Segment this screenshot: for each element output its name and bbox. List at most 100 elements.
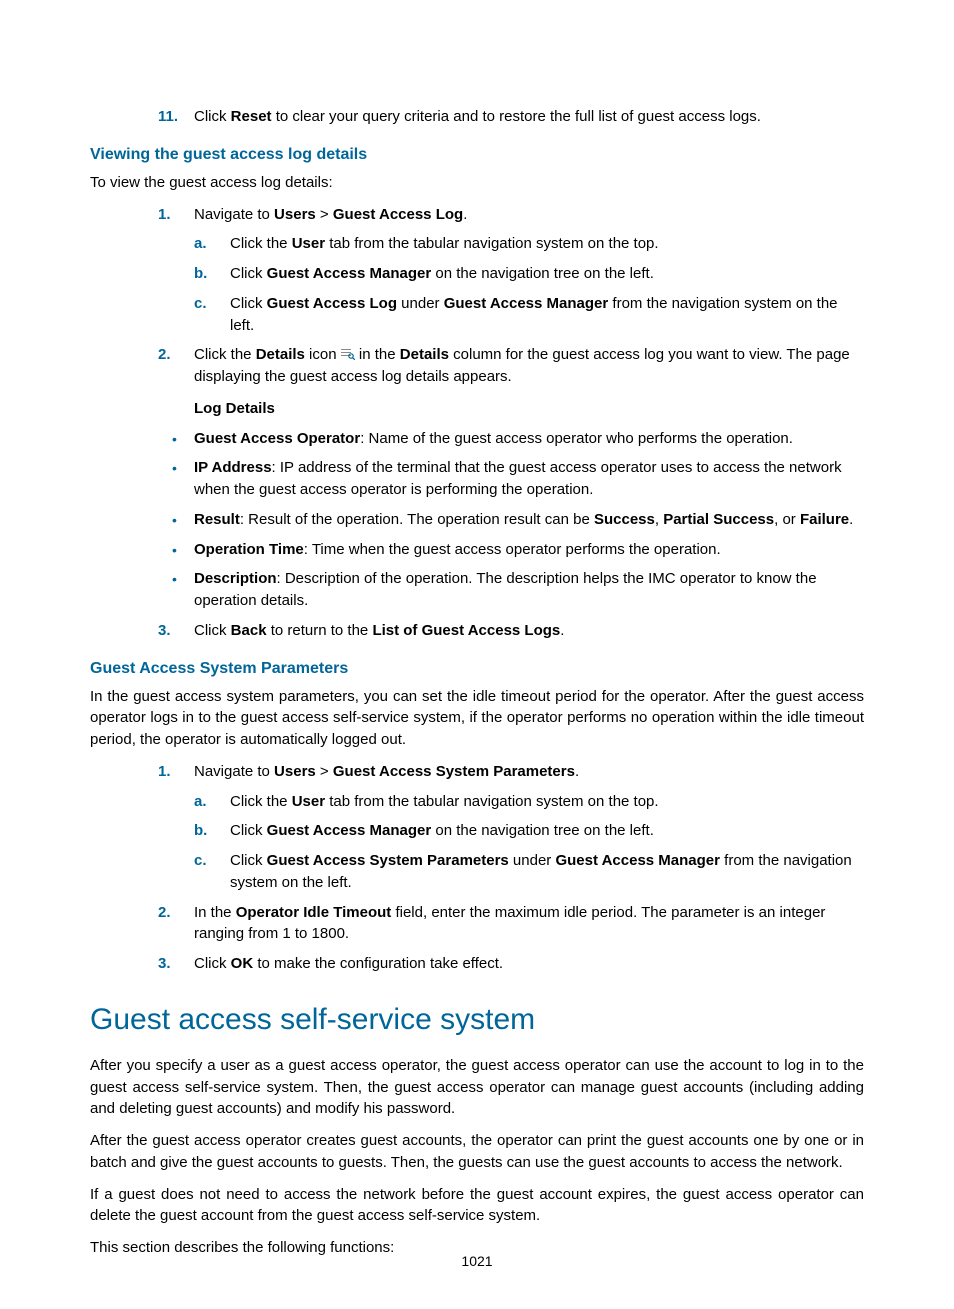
self-service-p1: After you specify a user as a guest acce… [90, 1055, 864, 1120]
bold: List of Guest Access Logs [372, 622, 560, 639]
text: Click [230, 265, 267, 282]
text: , or [774, 511, 800, 528]
text: tab from the tabular navigation system o… [325, 793, 659, 810]
substep-a: a. Click the User tab from the tabular n… [194, 233, 864, 255]
bold: Guest Access Operator [194, 430, 360, 447]
bold: OK [231, 955, 254, 972]
bold: Details [400, 346, 449, 363]
self-service-p3: If a guest does not need to access the n… [90, 1184, 864, 1228]
substep-mark: c. [194, 850, 207, 872]
bold: Success [594, 511, 655, 528]
bold: Users [274, 763, 316, 780]
text: Click [230, 852, 267, 869]
text: Click [194, 622, 231, 639]
bold: Partial Success [663, 511, 774, 528]
substep-mark: c. [194, 293, 207, 315]
step-2: 2. Click the Details icon in the Details… [158, 344, 864, 419]
bold: User [292, 235, 325, 252]
step-number: 3. [158, 953, 171, 975]
text: > [316, 763, 333, 780]
bold: User [292, 793, 325, 810]
log-details-bullets: Guest Access Operator: Name of the guest… [158, 428, 864, 612]
bold: Guest Access Manager [444, 295, 609, 312]
bold: Back [231, 622, 267, 639]
text: icon [305, 346, 341, 363]
text: : Time when the guest access operator pe… [304, 541, 721, 558]
step-3: 3. Click OK to make the configuration ta… [158, 953, 864, 975]
text: : IP address of the terminal that the gu… [194, 459, 842, 498]
text: Navigate to [194, 763, 274, 780]
step-number: 1. [158, 761, 171, 783]
substep-a: a. Click the User tab from the tabular n… [194, 791, 864, 813]
substeps: a. Click the User tab from the tabular n… [194, 791, 864, 894]
heading-guest-access-self-service-system: Guest access self-service system [90, 1003, 864, 1037]
log-details-heading: Log Details [194, 398, 864, 420]
text: Click the [230, 793, 292, 810]
step-11: 11. Click Reset to clear your query crit… [158, 106, 864, 128]
intro-text: To view the guest access log details: [90, 172, 864, 194]
list-step11: 11. Click Reset to clear your query crit… [158, 106, 864, 128]
details-icon [341, 345, 355, 357]
params-intro: In the guest access system parameters, y… [90, 686, 864, 751]
text: . [560, 622, 564, 639]
text: : Description of the operation. The desc… [194, 570, 817, 609]
page: 11. Click Reset to clear your query crit… [0, 0, 954, 1309]
text: in the [355, 346, 400, 363]
text: . [575, 763, 579, 780]
text: on the navigation tree on the left. [431, 265, 654, 282]
text: under [509, 852, 556, 869]
text: on the navigation tree on the left. [431, 822, 654, 839]
bold: Guest Access Manager [267, 822, 432, 839]
heading-guest-access-system-parameters: Guest Access System Parameters [90, 660, 864, 678]
bold: Guest Access System Parameters [267, 852, 509, 869]
substep-mark: a. [194, 233, 207, 255]
bullet-operator: Guest Access Operator: Name of the guest… [158, 428, 864, 450]
text: : Result of the operation. The operation… [240, 511, 594, 528]
step-number: 2. [158, 344, 171, 366]
bold: IP Address [194, 459, 272, 476]
step-1: 1. Navigate to Users > Guest Access Log.… [158, 204, 864, 337]
bold: Failure [800, 511, 849, 528]
bold: Guest Access System Parameters [333, 763, 575, 780]
text: Navigate to [194, 206, 274, 223]
text: Click the [194, 346, 256, 363]
text: tab from the tabular navigation system o… [325, 235, 659, 252]
step-2: 2. In the Operator Idle Timeout field, e… [158, 902, 864, 946]
bullet-ip: IP Address: IP address of the terminal t… [158, 457, 864, 501]
page-number: 1021 [0, 1253, 954, 1269]
step-number: 2. [158, 902, 171, 924]
substep-mark: a. [194, 791, 207, 813]
text: Click [230, 822, 267, 839]
bullet-result: Result: Result of the operation. The ope… [158, 509, 864, 531]
text: Click [194, 955, 231, 972]
substep-b: b. Click Guest Access Manager on the nav… [194, 263, 864, 285]
bold: Operation Time [194, 541, 304, 558]
text: Click the [230, 235, 292, 252]
bold: Reset [231, 108, 272, 125]
text: Click [194, 108, 231, 125]
step-number: 11. [158, 106, 178, 128]
text: In the [194, 904, 236, 921]
substep-c: c. Click Guest Access System Parameters … [194, 850, 864, 894]
substep-b: b. Click Guest Access Manager on the nav… [194, 820, 864, 842]
bold: Description [194, 570, 277, 587]
bold: Details [256, 346, 305, 363]
text: under [397, 295, 444, 312]
substep-mark: b. [194, 820, 207, 842]
bullet-operation-time: Operation Time: Time when the guest acce… [158, 539, 864, 561]
view-step3: 3. Click Back to return to the List of G… [158, 620, 864, 642]
step-number: 3. [158, 620, 171, 642]
bold: Guest Access Manager [267, 265, 432, 282]
text: . [849, 511, 853, 528]
bold: Users [274, 206, 316, 223]
heading-viewing-guest-access-log-details: Viewing the guest access log details [90, 146, 864, 164]
bold: Guest Access Log [267, 295, 397, 312]
text: > [316, 206, 333, 223]
text: , [655, 511, 663, 528]
step-1: 1. Navigate to Users > Guest Access Syst… [158, 761, 864, 894]
bold: Operator Idle Timeout [236, 904, 392, 921]
self-service-p2: After the guest access operator creates … [90, 1130, 864, 1174]
text: Click [230, 295, 267, 312]
text: to clear your query criteria and to rest… [272, 108, 761, 125]
bold: Guest Access Log [333, 206, 463, 223]
